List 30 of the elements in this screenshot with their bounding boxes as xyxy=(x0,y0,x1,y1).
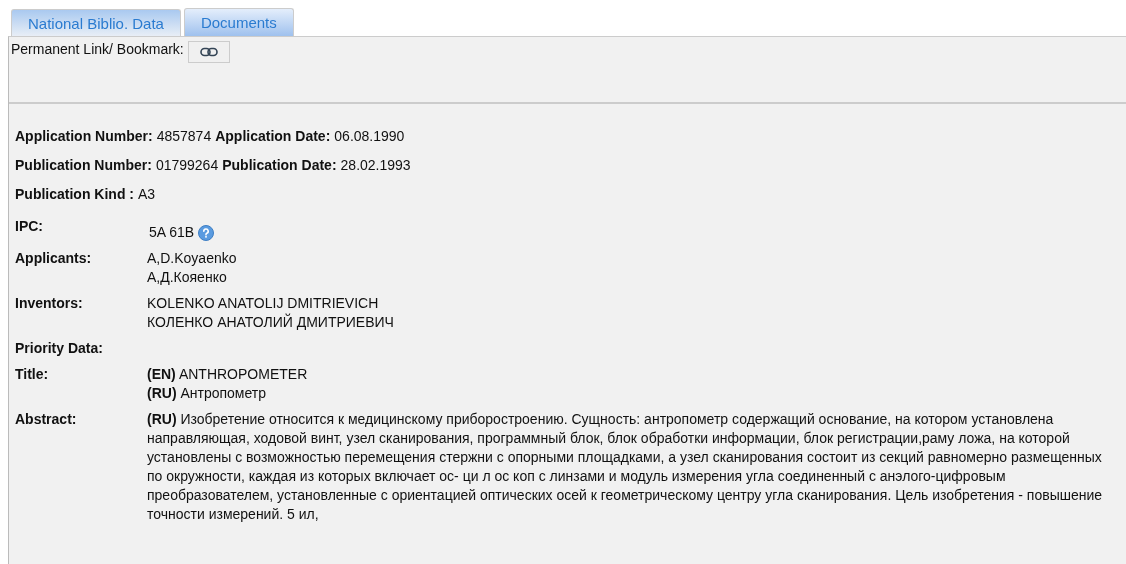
field-label: Publication Kind : xyxy=(15,185,134,204)
field-value: 01799264 xyxy=(155,156,219,175)
field-label: Publication Number: xyxy=(15,156,152,175)
field-value: (RU) Изобретение относится к медицинскому приборостроению. Сущность: антропометр содержащий основание, на котором установлена направляющая, ходовой винт, узел сканирования, программный блок, блок обработки информации, блок регистрации,раму ложа, на которой установлены с возможностью перемещения стержни с опорными площадками, а узел сканирования состоит из секций равномерно размещенных по окружности, каждая из которых включает ос- ци л ос коп с линзами и модуль измерения угла соединенный с анэлого-цифровым преобразователем, установленные с ориентацией оптических осей к геометрическому центру угла сканирования. Цель изобретения - повышение точности измерений. 5 ил, xyxy=(147,410,1104,524)
permalink-label: Permanent Link/ Bookmark: xyxy=(11,41,184,57)
field-value: 4857874 xyxy=(156,127,212,146)
field-label: Publication Date: xyxy=(222,156,337,175)
field-value: 06.08.1990 xyxy=(334,127,405,146)
tab[interactable]: Documents xyxy=(183,8,294,36)
bookmark-button[interactable] xyxy=(187,41,230,63)
field-label: Title: xyxy=(15,365,50,384)
field-label: Abstract: xyxy=(15,410,78,429)
field-value: А,Д.Кояенко xyxy=(147,268,228,287)
field-value: 28.02.1993 xyxy=(340,156,411,175)
field-label: Applicants: xyxy=(15,249,93,268)
field-label: Priority Data: xyxy=(15,339,104,358)
field-value: КОЛЕНКО АНАТОЛИЙ ДМИТРИЕВИЧ xyxy=(147,313,395,332)
field-label: Application Date: xyxy=(215,127,331,146)
field-value: (EN) ANTHROPOMETER xyxy=(147,365,309,384)
field-label: Application Number: xyxy=(15,127,153,146)
ipc-code: 5A 61B xyxy=(149,223,195,242)
field-value: A,D.Koyaenko xyxy=(147,249,238,268)
field-label: IPC: xyxy=(15,217,44,236)
field-value: (RU) Антропометр xyxy=(147,384,267,403)
field-label: Inventors: xyxy=(15,294,84,313)
field-value: A3 xyxy=(138,185,156,204)
tab[interactable]: National Biblio. Data xyxy=(11,9,181,36)
help-icon[interactable] xyxy=(198,224,215,241)
field-value: KOLENKO ANATOLIJ DMITRIEVICH xyxy=(147,294,380,313)
link-icon xyxy=(199,47,218,57)
